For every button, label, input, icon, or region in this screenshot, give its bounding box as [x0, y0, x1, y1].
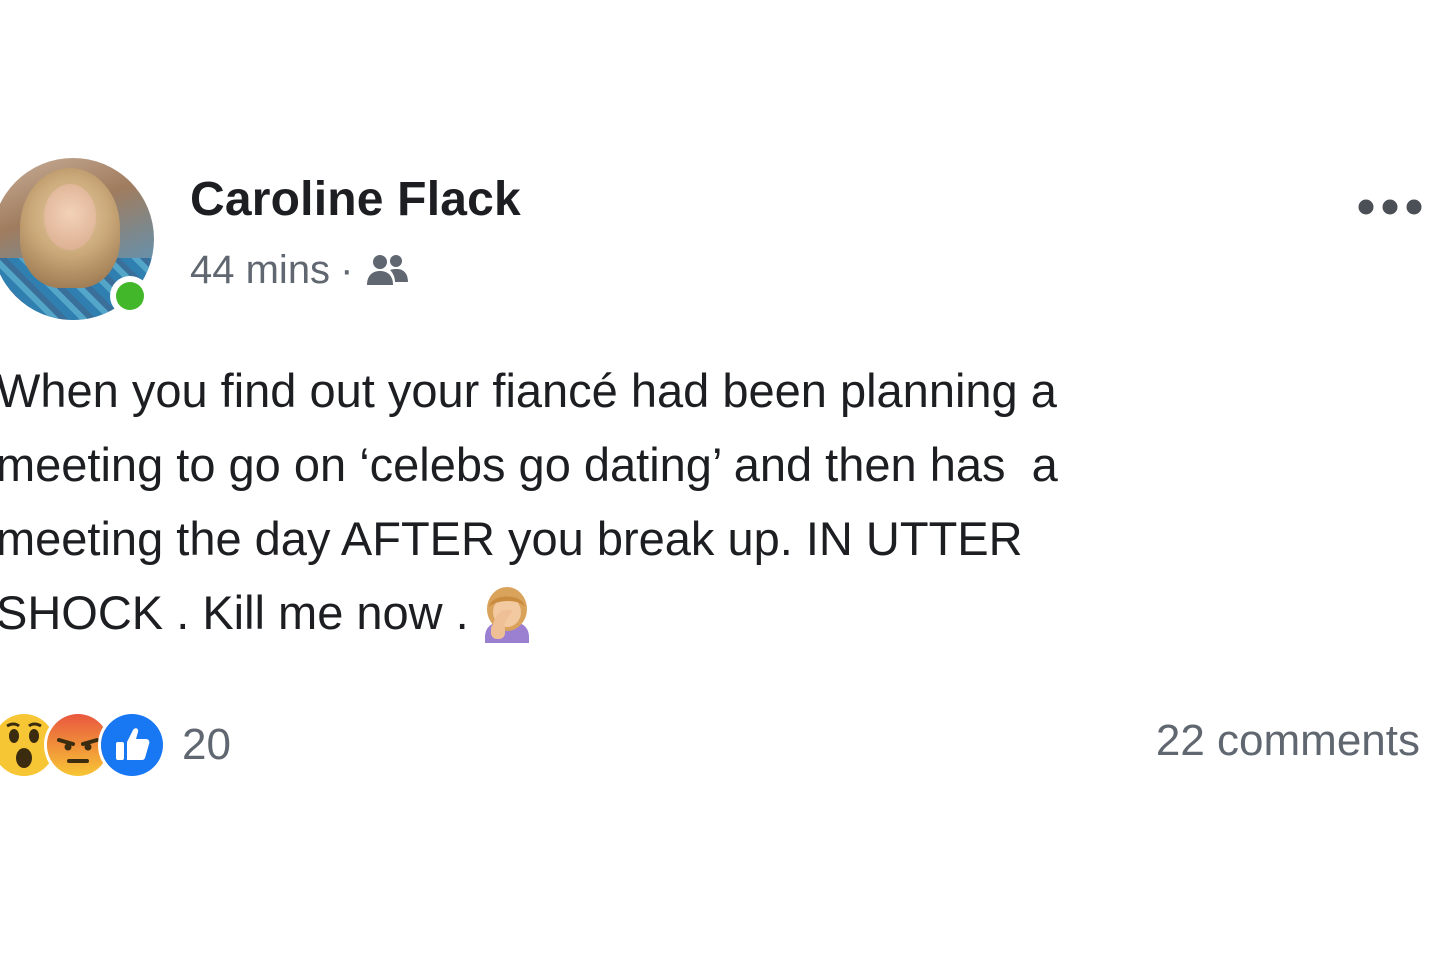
woman-facepalming-icon [479, 585, 535, 643]
avatar-face [44, 184, 96, 250]
post-message: When you find out your fiancé had been p… [0, 354, 1416, 650]
meta-separator: · [340, 248, 354, 292]
author-name[interactable]: Caroline Flack [190, 172, 521, 227]
facebook-post: Caroline Flack 44 mins · When you find o… [0, 0, 1440, 961]
more-options-icon[interactable] [1356, 196, 1424, 218]
reactions-summary[interactable]: 20 [0, 711, 231, 779]
like-reaction-icon [98, 711, 166, 779]
friends-icon[interactable] [363, 251, 411, 291]
post-meta: 44 mins · [190, 248, 411, 293]
post-timestamp[interactable]: 44 mins [190, 248, 330, 293]
online-status-indicator [110, 276, 150, 316]
comments-count-link[interactable]: 22 comments [1156, 716, 1420, 766]
reaction-count: 20 [182, 720, 231, 769]
